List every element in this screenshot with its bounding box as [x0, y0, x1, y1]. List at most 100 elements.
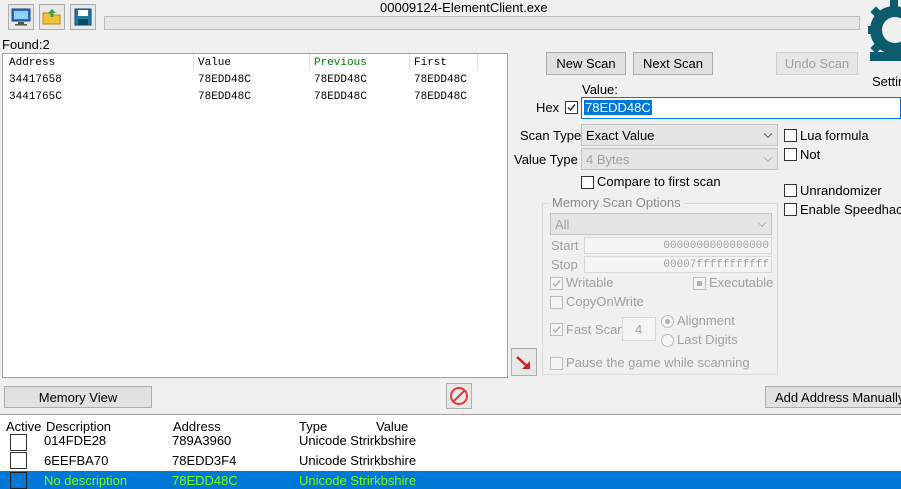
stop-address-input[interactable]: 00007fffffffffff — [584, 256, 772, 273]
computer-icon — [11, 8, 31, 26]
speedhack-checkbox[interactable] — [784, 203, 797, 216]
address-list[interactable]: Active Description Address Type Value 01… — [0, 414, 901, 489]
save-button[interactable] — [70, 4, 96, 30]
row-first: 78EDD48C — [414, 74, 467, 86]
results-header: Address Value Previous First — [3, 54, 507, 72]
list-item-address: 78EDD48C — [172, 473, 238, 488]
compare-first-checkbox[interactable] — [581, 176, 594, 189]
next-scan-button[interactable]: Next Scan — [633, 52, 713, 75]
found-label: Found:2 — [2, 37, 50, 52]
stop-button[interactable] — [446, 383, 472, 409]
cheat-engine-logo[interactable] — [862, 0, 901, 62]
row-first: 78EDD48C — [414, 91, 467, 103]
found-label-text: Found: — [2, 37, 43, 52]
table-row[interactable]: 3441765C 78EDD48C 78EDD48C 78EDD48C — [3, 89, 507, 106]
scan-results-table[interactable]: Address Value Previous First 34417658 78… — [2, 53, 508, 378]
fast-scan-label: Fast Scan — [566, 322, 625, 337]
value-label: Value: — [582, 82, 618, 97]
arrow-down-right-icon — [516, 356, 530, 369]
writable-checkbox[interactable] — [550, 277, 563, 290]
row-address: 34417658 — [9, 74, 62, 86]
col-first[interactable]: First — [414, 57, 447, 69]
memory-region-select[interactable]: All — [550, 213, 772, 235]
last-digits-label: Last Digits — [677, 332, 738, 347]
check-icon — [552, 280, 561, 288]
scan-type-value: Exact Value — [586, 127, 655, 143]
start-label: Start — [551, 238, 579, 253]
gear-logo-icon — [868, 0, 901, 61]
save-disk-icon — [74, 8, 92, 26]
list-item-type: Unicode Strirkbshire — [299, 453, 417, 468]
value-input-text: 78EDD48C — [584, 100, 652, 115]
scan-type-select[interactable]: Exact Value — [581, 124, 778, 146]
undo-scan-button[interactable]: Undo Scan — [776, 52, 858, 75]
value-type-value: 4 Bytes — [586, 151, 630, 167]
start-address-input[interactable]: 0000000000000000 — [584, 237, 772, 254]
row-value: 78EDD48C — [198, 74, 251, 86]
active-checkbox[interactable] — [10, 472, 27, 489]
settings-label[interactable]: Settin — [872, 74, 901, 89]
scan-type-label: Scan Type — [520, 128, 582, 143]
row-address: 3441765C — [9, 91, 62, 103]
writable-label: Writable — [566, 275, 614, 290]
last-digits-radio[interactable] — [661, 334, 674, 347]
executable-label: Executable — [709, 275, 774, 290]
alignment-radio[interactable] — [661, 315, 674, 328]
open-file-button[interactable] — [39, 4, 65, 30]
hex-checkbox[interactable] — [565, 101, 578, 114]
open-folder-icon — [42, 9, 61, 25]
row-previous: 78EDD48C — [314, 91, 367, 103]
value-type-label: Value Type — [514, 152, 578, 167]
table-row[interactable]: 34417658 78EDD48C 78EDD48C 78EDD48C — [3, 72, 507, 89]
add-address-manually-button[interactable]: Add Address Manually — [765, 386, 901, 408]
window-title: 00009124-ElementClient.exe — [380, 0, 548, 15]
list-item-address: 789A3960 — [172, 433, 232, 448]
speedhack-label: Enable Speedhack — [800, 202, 901, 217]
row-value: 78EDD48C — [198, 91, 251, 103]
check-icon — [567, 104, 576, 112]
fast-scan-value: 4 — [635, 322, 643, 337]
check-icon — [552, 326, 561, 334]
active-checkbox[interactable] — [10, 452, 27, 469]
stop-address-value: 00007fffffffffff — [663, 259, 769, 271]
chevron-down-icon — [763, 153, 773, 163]
chevron-down-icon — [757, 218, 767, 228]
lua-formula-checkbox[interactable] — [784, 129, 797, 142]
start-address-value: 0000000000000000 — [663, 240, 769, 252]
chevron-down-icon — [763, 129, 773, 139]
memory-scan-options-title: Memory Scan Options — [549, 195, 684, 210]
memory-view-button[interactable]: Memory View — [4, 386, 152, 408]
value-input[interactable]: 78EDD48C — [581, 97, 901, 119]
copy-on-write-checkbox[interactable] — [550, 296, 563, 309]
col-previous[interactable]: Previous — [314, 57, 367, 69]
pause-game-checkbox[interactable] — [550, 357, 563, 370]
active-checkbox[interactable] — [10, 434, 27, 451]
list-item-type: Unicode Strirkbshire — [299, 433, 417, 448]
col-address[interactable]: Address — [9, 57, 55, 69]
found-count: 2 — [42, 37, 50, 52]
copy-on-write-label: CopyOnWrite — [566, 294, 644, 309]
alignment-label: Alignment — [677, 313, 735, 328]
unrandomizer-checkbox[interactable] — [784, 184, 797, 197]
list-item-selected[interactable]: No description 78EDD48C Unicode Strirkbs… — [0, 471, 901, 489]
new-scan-button[interactable]: New Scan — [546, 52, 626, 75]
list-item-type: Unicode Strirkbshire — [299, 473, 417, 488]
lua-formula-label: Lua formula — [800, 128, 869, 143]
unrandomizer-label: Unrandomizer — [800, 183, 882, 198]
fast-scan-input[interactable]: 4 — [622, 317, 656, 341]
hex-label: Hex — [536, 100, 560, 115]
list-item[interactable]: 014FDE28 789A3960 Unicode Strirkbshire — [0, 431, 901, 451]
open-process-button[interactable] — [8, 4, 34, 30]
not-checkbox[interactable] — [784, 148, 797, 161]
memory-region-value: All — [555, 216, 570, 232]
compare-first-label: Compare to first scan — [597, 174, 721, 189]
pause-game-label: Pause the game while scanning — [566, 355, 750, 370]
col-value[interactable]: Value — [198, 57, 231, 69]
fast-scan-checkbox[interactable] — [550, 323, 563, 336]
list-item-description: 6EEFBA70 — [44, 453, 109, 468]
executable-checkbox[interactable] — [693, 277, 706, 290]
copy-to-list-button[interactable] — [511, 348, 537, 376]
list-item[interactable]: 6EEFBA70 78EDD3F4 Unicode Strirkbshire — [0, 451, 901, 471]
row-previous: 78EDD48C — [314, 74, 367, 86]
value-type-select[interactable]: 4 Bytes — [581, 148, 778, 170]
